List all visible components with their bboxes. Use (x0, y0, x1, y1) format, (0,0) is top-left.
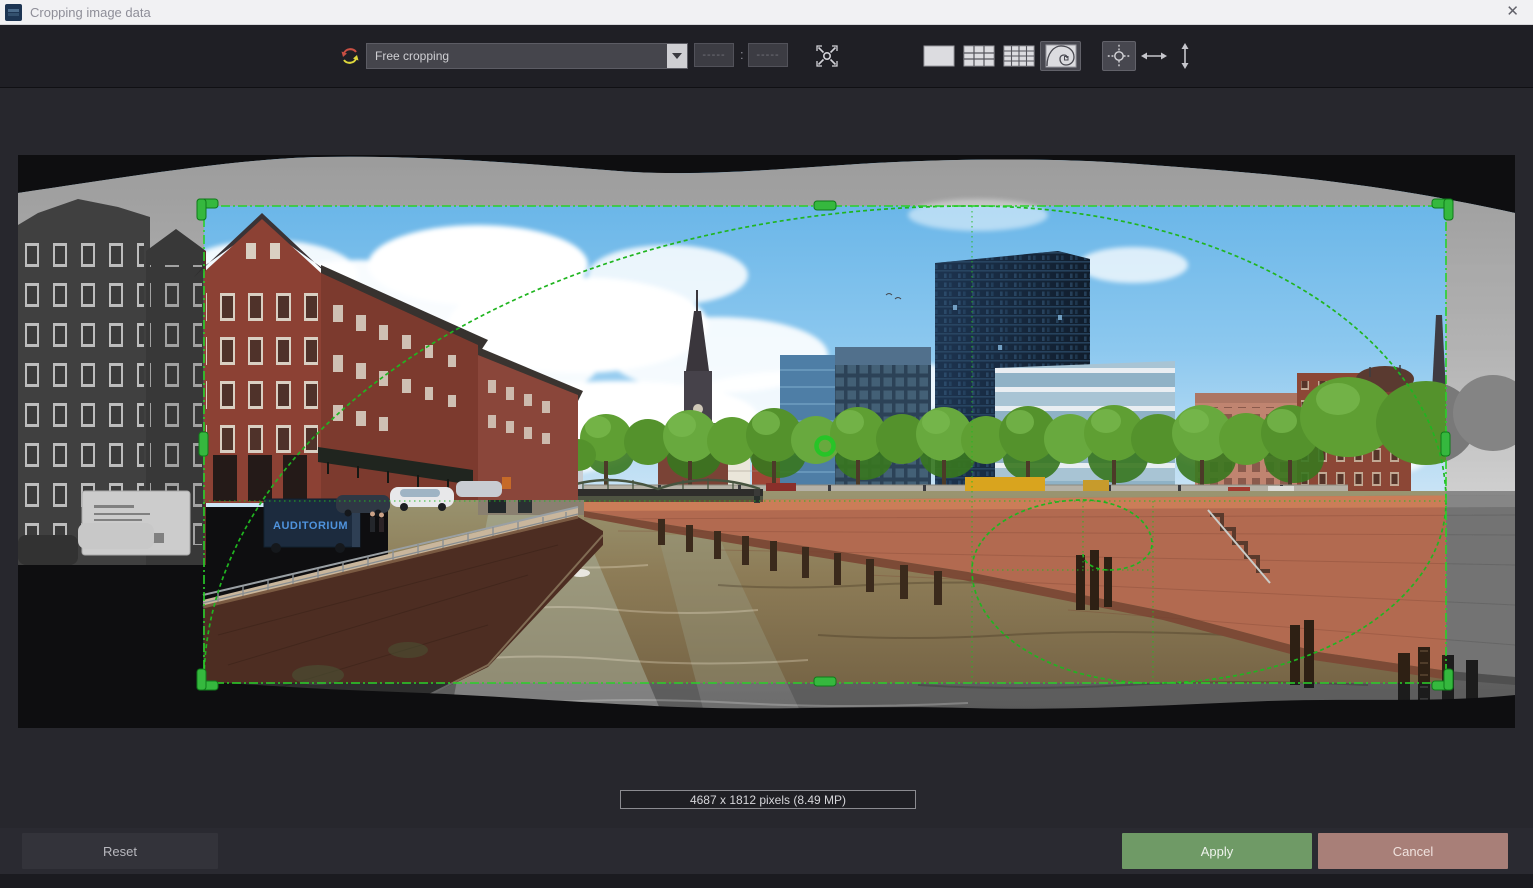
rotate-crop-button[interactable] (336, 41, 364, 71)
ratio-height-input[interactable] (748, 43, 788, 67)
horizontal-arrow-button[interactable] (1138, 41, 1170, 71)
app-icon (5, 4, 22, 21)
ratio-separator: : (740, 47, 744, 62)
overlay-golden-spiral-button[interactable] (1040, 41, 1081, 71)
ratio-width-input[interactable] (694, 43, 734, 67)
crop-dimensions-status: 4687 x 1812 pixels (8.49 MP) (620, 790, 916, 809)
crop-handle-right[interactable] (1441, 432, 1450, 456)
photo-canvas[interactable]: AUDITORIUM (18, 155, 1515, 728)
crop-mode-value: Free cropping (367, 49, 667, 63)
maximize-selection-icon (814, 43, 840, 69)
reset-button[interactable]: Reset (22, 833, 218, 869)
apply-button[interactable]: Apply (1122, 833, 1312, 869)
close-icon[interactable]: ✕ (1506, 2, 1519, 22)
cancel-button[interactable]: Cancel (1318, 833, 1508, 869)
crop-handle-top[interactable] (814, 201, 836, 210)
window-bottom-edge (0, 874, 1533, 888)
panorama-image[interactable]: AUDITORIUM (18, 155, 1515, 728)
maximize-selection-button[interactable] (810, 41, 844, 71)
horizontal-arrow-icon (1141, 49, 1167, 63)
center-marker-icon (1105, 42, 1133, 70)
overlay-none-button[interactable] (920, 41, 957, 71)
overlay-fine-grid-button[interactable] (1000, 41, 1037, 71)
overlay-thirds-grid-button[interactable] (960, 41, 997, 71)
crop-mode-dropdown[interactable]: Free cropping (366, 43, 688, 69)
window-title: Cropping image data (30, 5, 151, 20)
center-marker-button[interactable] (1102, 41, 1136, 71)
crop-handle-bottom[interactable] (814, 677, 836, 686)
vertical-arrow-button[interactable] (1170, 41, 1200, 71)
overlay-thirds-grid-icon (963, 44, 995, 68)
crop-toolbar: Free cropping : (0, 25, 1533, 88)
rotate-crop-icon (340, 47, 360, 65)
window-titlebar: Cropping image data ✕ (0, 0, 1533, 25)
footer-bar: Reset Apply Cancel (0, 828, 1533, 874)
crop-handle-left[interactable] (199, 432, 208, 456)
overlay-none-icon (923, 44, 955, 68)
overlay-fine-grid-icon (1003, 44, 1035, 68)
auditorium-billboard-text: AUDITORIUM (273, 520, 348, 532)
panorama-scene: AUDITORIUM (18, 155, 1515, 728)
overlay-golden-spiral-icon (1045, 44, 1077, 68)
vertical-arrow-icon (1178, 43, 1192, 69)
dropdown-arrow-icon[interactable] (667, 44, 687, 68)
